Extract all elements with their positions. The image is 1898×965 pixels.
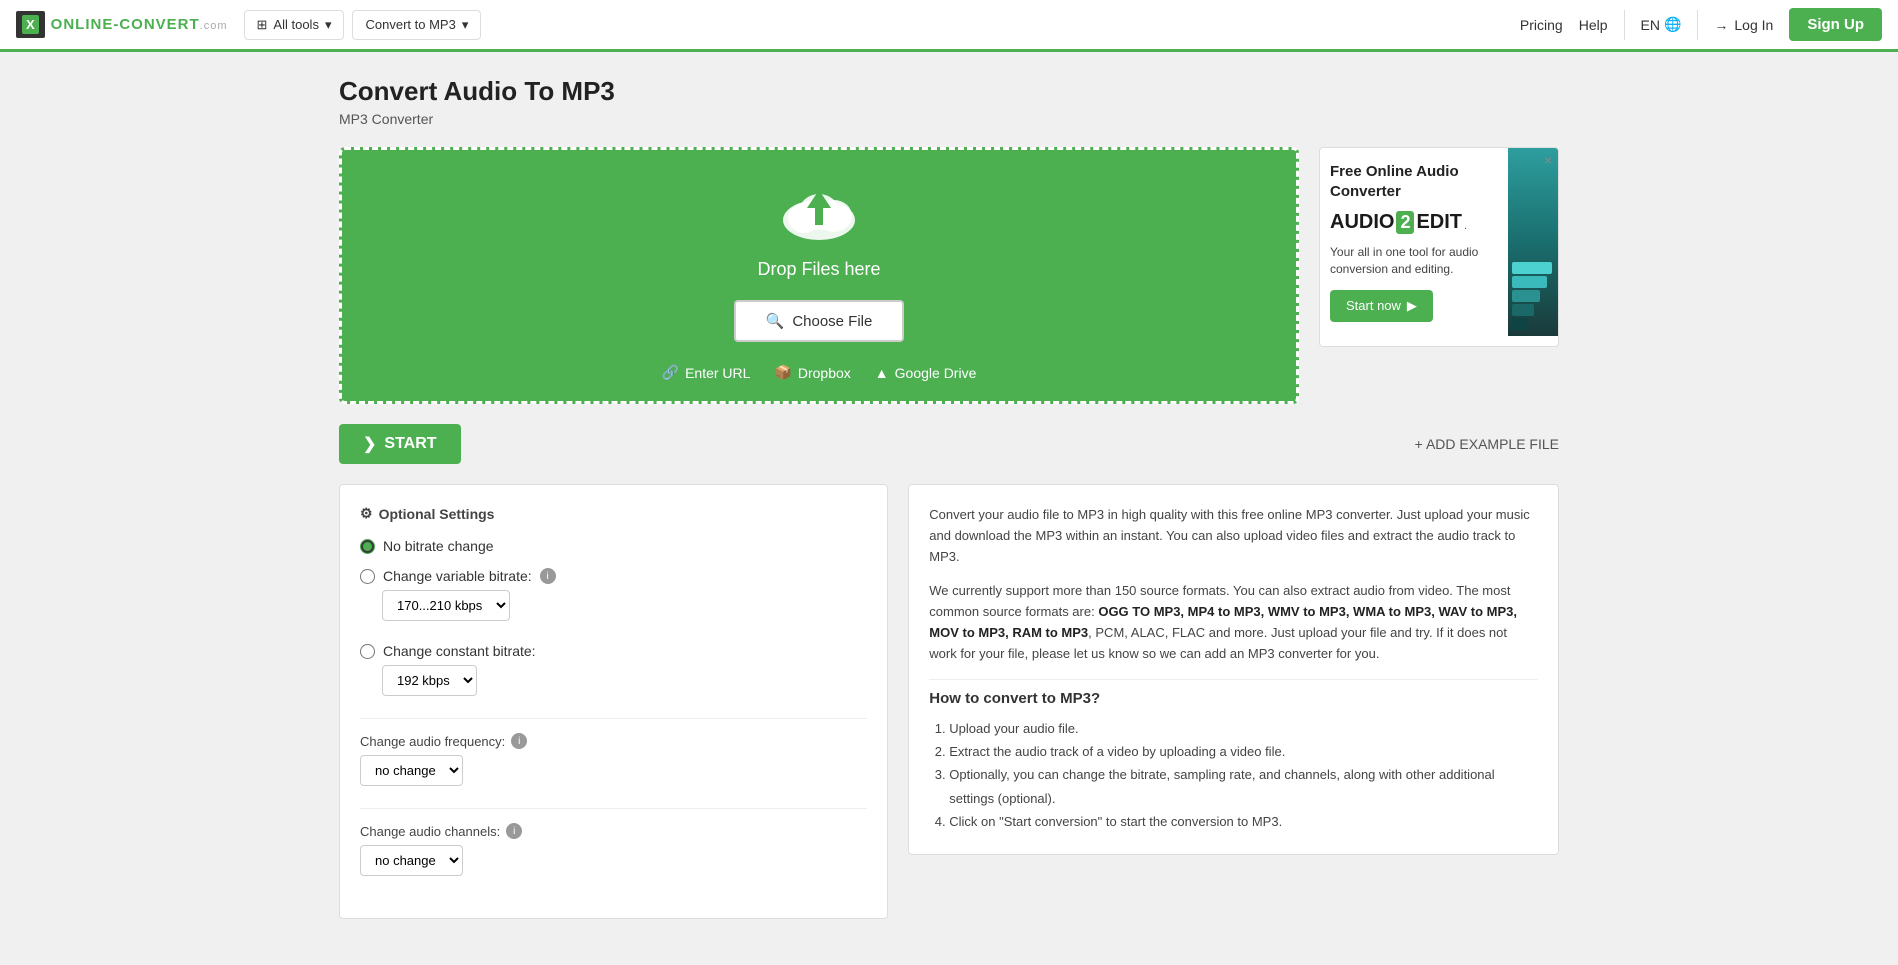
enter-url-link[interactable]: 🔗 Enter URL xyxy=(662,364,751,381)
header: X ONLINE-CONVERT.com ⊞ All tools ▾ Conve… xyxy=(0,0,1898,52)
variable-bitrate-select[interactable]: 170...210 kbps 128...192 kbps 96...130 k… xyxy=(382,590,510,621)
frequency-group: Change audio frequency: i no change 8000… xyxy=(360,733,867,794)
frequency-label: Change audio frequency: i xyxy=(360,733,867,749)
channels-label: Change audio channels: i xyxy=(360,823,867,839)
frequency-info-icon[interactable]: i xyxy=(511,733,527,749)
stripe-bar-4 xyxy=(1512,304,1534,316)
ad-logo-area: AUDIO 2 EDIT . xyxy=(1330,211,1498,234)
logo-text: ONLINE-CONVERT.com xyxy=(51,16,228,33)
no-bitrate-label[interactable]: No bitrate change xyxy=(360,538,867,554)
arrow-right-icon: ▶ xyxy=(1407,298,1417,314)
list-item: Click on "Start conversion" to start the… xyxy=(949,810,1538,833)
divider xyxy=(1624,10,1625,40)
stripe-bar-5 xyxy=(1512,318,1528,330)
ad-title: Free Online Audio Converter xyxy=(1330,162,1498,201)
pricing-link[interactable]: Pricing xyxy=(1520,17,1563,33)
divider xyxy=(1697,10,1698,40)
list-item: Extract the audio track of a video by up… xyxy=(949,740,1538,763)
search-icon: 🔍 xyxy=(766,312,785,330)
upload-box[interactable]: Drop Files here 🔍 Choose File 🔗 Enter UR… xyxy=(339,147,1299,404)
stripe-bar-1 xyxy=(1512,262,1552,274)
main-content: Convert Audio To MP3 MP3 Converter Drop … xyxy=(319,52,1579,943)
bottom-row: ⚙ Optional Settings No bitrate change Ch… xyxy=(339,484,1559,919)
ad-logo: AUDIO 2 EDIT . xyxy=(1330,211,1498,234)
no-bitrate-radio[interactable] xyxy=(360,539,375,554)
page-title: Convert Audio To MP3 xyxy=(339,76,1559,107)
google-drive-icon: ▲ xyxy=(875,365,889,381)
ad-start-button[interactable]: Start now ▶ xyxy=(1330,290,1433,322)
info-description: Convert your audio file to MP3 in high q… xyxy=(929,505,1538,567)
channels-group: Change audio channels: i no change mono … xyxy=(360,823,867,884)
logo-area: X ONLINE-CONVERT.com xyxy=(16,11,228,38)
constant-bitrate-select[interactable]: 192 kbps 128 kbps 256 kbps 320 kbps xyxy=(382,665,477,696)
language-button[interactable]: EN 🌐 xyxy=(1641,16,1682,33)
arrow-icon: → xyxy=(1714,17,1728,33)
variable-bitrate-label[interactable]: Change variable bitrate: i xyxy=(360,568,867,584)
upload-row: Drop Files here 🔍 Choose File 🔗 Enter UR… xyxy=(339,147,1559,404)
channels-info-icon[interactable]: i xyxy=(506,823,522,839)
chevron-down-icon: ▾ xyxy=(325,17,332,33)
add-example-button[interactable]: + ADD EXAMPLE FILE xyxy=(1415,436,1559,452)
constant-bitrate-group: Change constant bitrate: 192 kbps 128 kb… xyxy=(360,643,867,704)
ad-content: Free Online Audio Converter AUDIO 2 EDIT… xyxy=(1320,148,1508,336)
channels-select[interactable]: no change mono stereo xyxy=(360,845,463,876)
ad-logo-badge: 2 xyxy=(1396,211,1414,234)
upload-links: 🔗 Enter URL 📦 Dropbox ▲ Google Drive xyxy=(662,364,977,381)
link-icon: 🔗 xyxy=(662,364,679,381)
frequency-select[interactable]: no change 8000 Hz 11025 Hz 22050 Hz 4410… xyxy=(360,755,463,786)
drop-files-text: Drop Files here xyxy=(757,259,880,280)
how-to-title: How to convert to MP3? xyxy=(929,679,1538,707)
settings-title: ⚙ Optional Settings xyxy=(360,505,867,522)
gear-icon: ⚙ xyxy=(360,505,373,522)
ad-inner: Free Online Audio Converter AUDIO 2 EDIT… xyxy=(1320,148,1558,336)
ad-stripe-bars xyxy=(1508,256,1558,336)
dropbox-icon: 📦 xyxy=(774,364,791,381)
start-button[interactable]: ❯ START xyxy=(339,424,461,464)
settings-panel: ⚙ Optional Settings No bitrate change Ch… xyxy=(339,484,888,919)
ad-close-button[interactable]: × xyxy=(1544,152,1552,168)
ad-logo-dot: . xyxy=(1464,220,1467,232)
info-panel: Convert your audio file to MP3 in high q… xyxy=(908,484,1559,855)
ad-stripe-decoration xyxy=(1508,148,1558,336)
page-subtitle: MP3 Converter xyxy=(339,111,1559,127)
dropbox-link[interactable]: 📦 Dropbox xyxy=(774,364,850,381)
variable-bitrate-info-icon[interactable]: i xyxy=(540,568,556,584)
google-drive-link[interactable]: ▲ Google Drive xyxy=(875,365,977,381)
variable-bitrate-group: Change variable bitrate: i 170...210 kbp… xyxy=(360,568,867,629)
choose-file-button[interactable]: 🔍 Choose File xyxy=(734,300,905,342)
login-button[interactable]: → Log In xyxy=(1714,17,1773,33)
signup-button[interactable]: Sign Up xyxy=(1789,8,1882,41)
cloud-upload-icon xyxy=(779,180,859,245)
convert-to-mp3-button[interactable]: Convert to MP3 ▾ xyxy=(352,10,481,40)
header-right: Pricing Help EN 🌐 → Log In Sign Up xyxy=(1520,8,1882,41)
chevron-right-icon: ❯ xyxy=(363,434,376,454)
constant-bitrate-radio[interactable] xyxy=(360,644,375,659)
all-tools-button[interactable]: ⊞ All tools ▾ xyxy=(244,10,345,40)
settings-divider-1 xyxy=(360,718,867,719)
no-bitrate-group: No bitrate change xyxy=(360,538,867,554)
action-row: ❯ START + ADD EXAMPLE FILE xyxy=(339,424,1559,464)
settings-divider-2 xyxy=(360,808,867,809)
variable-bitrate-radio[interactable] xyxy=(360,569,375,584)
logo-x-icon: X xyxy=(22,15,39,34)
constant-bitrate-label[interactable]: Change constant bitrate: xyxy=(360,643,867,659)
grid-icon: ⊞ xyxy=(257,17,268,33)
stripe-bar-2 xyxy=(1512,276,1547,288)
globe-icon: 🌐 xyxy=(1664,16,1681,33)
list-item: Optionally, you can change the bitrate, … xyxy=(949,763,1538,810)
stripe-bar-3 xyxy=(1512,290,1540,302)
info-formats: We currently support more than 150 sourc… xyxy=(929,581,1538,664)
ad-description: Your all in one tool for audio conversio… xyxy=(1330,244,1498,278)
how-to-list: Upload your audio file. Extract the audi… xyxy=(929,717,1538,834)
chevron-down-icon: ▾ xyxy=(462,17,469,33)
advertisement-box: × Free Online Audio Converter AUDIO 2 ED… xyxy=(1319,147,1559,347)
list-item: Upload your audio file. xyxy=(949,717,1538,740)
help-link[interactable]: Help xyxy=(1579,17,1608,33)
logo-box: X xyxy=(16,11,45,38)
